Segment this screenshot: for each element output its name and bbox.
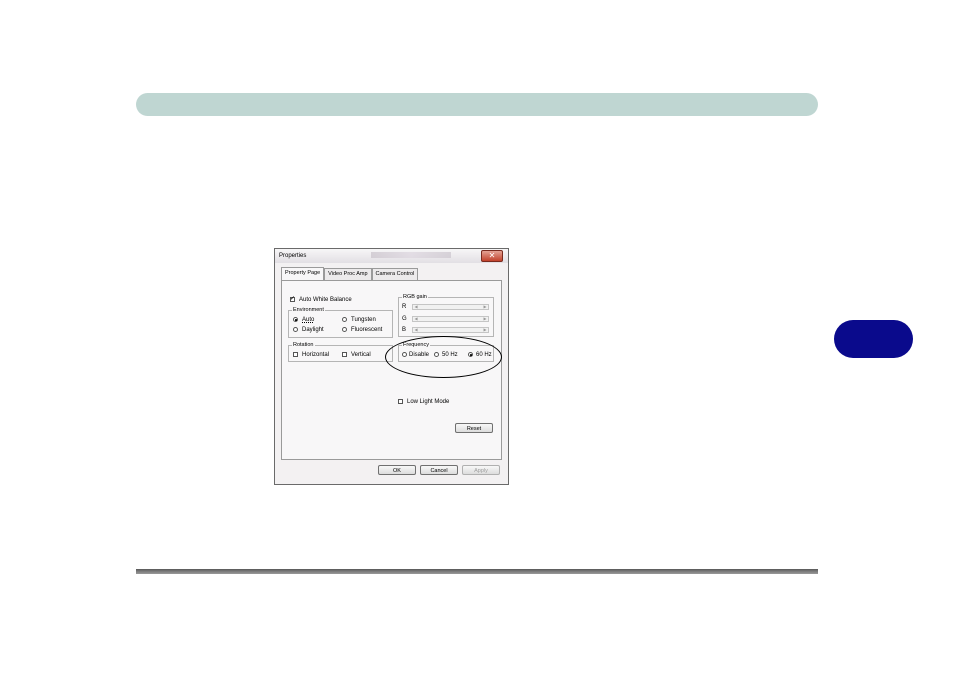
- reset-button[interactable]: Reset: [455, 423, 493, 433]
- tab-strip: Property Page Video Proc Amp Camera Cont…: [281, 267, 419, 280]
- rotation-horizontal-label: Horizontal: [302, 352, 330, 358]
- environment-fluorescent-radio[interactable]: [342, 327, 347, 332]
- rotation-vertical-checkbox[interactable]: [342, 352, 347, 357]
- rgb-gain-b-label: B: [402, 327, 407, 333]
- dialog-title: Properties: [279, 253, 307, 259]
- rgb-gain-r-label: R: [402, 304, 407, 310]
- environment-auto-label: Auto: [302, 317, 315, 323]
- slider-right-arrow-icon: ▶: [483, 304, 487, 309]
- slider-right-arrow-icon: ▶: [483, 316, 487, 321]
- close-button[interactable]: ✕: [481, 250, 503, 262]
- ok-button[interactable]: OK: [378, 465, 416, 475]
- apply-button[interactable]: Apply: [462, 465, 500, 475]
- rgb-gain-b-slider[interactable]: ◀ ▶: [412, 327, 489, 333]
- environment-daylight-label: Daylight: [302, 327, 324, 333]
- titlebar-glass-reflection: [371, 252, 451, 258]
- rgb-gain-group-label: RGB gain: [402, 294, 428, 300]
- rotation-vertical-label: Vertical: [351, 352, 371, 358]
- slider-left-arrow-icon: ◀: [414, 304, 418, 309]
- slider-left-arrow-icon: ◀: [414, 316, 418, 321]
- frequency-highlight-ellipse: [385, 336, 502, 378]
- tab-video-proc-amp[interactable]: Video Proc Amp: [324, 268, 372, 280]
- rgb-gain-g-label: G: [402, 316, 407, 322]
- low-light-mode-label: Low Light Mode: [407, 399, 450, 405]
- rgb-gain-g-slider[interactable]: ◀ ▶: [412, 316, 489, 322]
- auto-white-balance-label: Auto White Balance: [299, 297, 352, 303]
- environment-group-label: Environment: [292, 307, 325, 313]
- tab-camera-control[interactable]: Camera Control: [371, 268, 419, 280]
- environment-tungsten-label: Tungsten: [351, 317, 376, 323]
- rgb-gain-group: RGB gain R ◀ ▶ G ◀ ▶ B ◀ ▶: [398, 294, 494, 337]
- slider-left-arrow-icon: ◀: [414, 327, 418, 332]
- rotation-horizontal-checkbox[interactable]: [293, 352, 298, 357]
- environment-fluorescent-label: Fluorescent: [351, 327, 383, 333]
- rotation-group: Rotation Horizontal Vertical: [288, 342, 393, 362]
- low-light-mode-checkbox[interactable]: [398, 399, 403, 404]
- environment-group: Environment Auto Tungsten Daylight Fluor…: [288, 307, 393, 338]
- rgb-gain-r-slider[interactable]: ◀ ▶: [412, 304, 489, 310]
- slider-right-arrow-icon: ▶: [483, 327, 487, 332]
- environment-auto-radio[interactable]: [293, 317, 298, 322]
- page-header-bar: [136, 93, 818, 116]
- dialog-titlebar[interactable]: Properties ✕: [275, 249, 508, 263]
- environment-tungsten-radio[interactable]: [342, 317, 347, 322]
- cancel-button[interactable]: Cancel: [420, 465, 458, 475]
- auto-white-balance-checkbox[interactable]: [290, 295, 295, 302]
- tab-property-page[interactable]: Property Page: [281, 267, 325, 280]
- environment-daylight-radio[interactable]: [293, 327, 298, 332]
- footer-rule: [136, 569, 818, 574]
- chapter-tab: [834, 320, 913, 358]
- rotation-group-label: Rotation: [292, 342, 315, 348]
